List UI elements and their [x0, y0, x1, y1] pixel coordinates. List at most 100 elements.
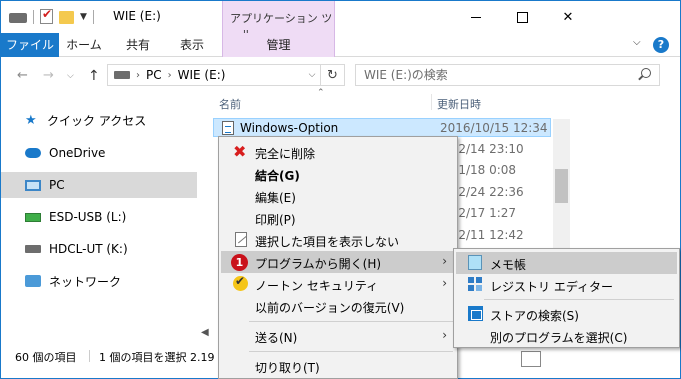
chevron-down-icon[interactable]: ⌵ [633, 37, 641, 48]
store-icon [468, 306, 483, 321]
menu-item-restore-versions[interactable]: 以前のバージョンの復元(V) [221, 295, 455, 317]
menu-item-label: 切り取り(T) [255, 361, 320, 375]
customize-toolbar-icon[interactable]: ▼ [80, 12, 87, 22]
toolbar-separator [92, 9, 94, 24]
hide-icon [235, 232, 247, 247]
drive-icon [114, 71, 130, 79]
menu-item-merge[interactable]: 結合(G) [221, 163, 455, 185]
sidebar-item-quick-access[interactable]: ★ クイック アクセス [1, 107, 197, 133]
breadcrumb-pc[interactable]: PC [146, 68, 162, 82]
maximize-button[interactable] [499, 1, 545, 33]
large-icons-view-icon[interactable] [521, 351, 541, 367]
item-count: 60 個の項目 [15, 351, 77, 364]
chevron-right-icon: › [442, 276, 447, 290]
drive-icon[interactable] [9, 13, 27, 23]
menu-item-print[interactable]: 印刷(P) [221, 207, 455, 229]
computer-icon [25, 179, 41, 191]
column-header-date[interactable]: 更新日時 [437, 96, 481, 112]
toolbar-separator [33, 9, 34, 24]
address-dropdown-icon[interactable]: ⌵ [302, 64, 322, 86]
address-bar[interactable]: › PC › WIE (E:) [107, 64, 321, 86]
menu-item-label: 結合(G) [255, 169, 300, 183]
forward-arrow-icon[interactable]: → [43, 68, 54, 83]
breadcrumb-drive[interactable]: WIE (E:) [178, 68, 226, 82]
menu-item-label: プログラムから開く(H) [255, 257, 382, 271]
norton-icon [233, 274, 248, 291]
title-bar: ▼ WIE (E:) アプリケーション ツール ✕ [1, 1, 680, 41]
sidebar-item-pc[interactable]: PC [1, 172, 197, 198]
drive-icon [25, 245, 41, 253]
menu-item-label: 完全に削除 [255, 147, 316, 161]
sidebar-item-network[interactable]: ネットワーク [1, 268, 197, 294]
chevron-right-icon[interactable]: › [168, 70, 172, 81]
selection-info: 1 個の項目を選択 2.19 [99, 351, 215, 364]
search-input[interactable]: WIE (E:)の検索 [355, 64, 660, 86]
scroll-left-icon[interactable]: ◀ [201, 327, 209, 338]
new-folder-icon[interactable] [59, 11, 74, 24]
submenu-item-choose-program[interactable]: 別のプログラムを選択(C) [456, 325, 677, 347]
close-button[interactable]: ✕ [545, 1, 591, 33]
back-arrow-icon[interactable]: ← [17, 68, 28, 83]
recent-locations-icon[interactable]: ⌵ [67, 71, 74, 81]
menu-item-label: 印刷(P) [255, 213, 296, 227]
properties-icon[interactable] [40, 7, 53, 24]
tab-file[interactable]: ファイル [1, 33, 59, 57]
submenu-item-label: ストアの検索(S) [490, 309, 579, 323]
menu-item-norton[interactable]: ノートン セキュリティ › [221, 273, 455, 295]
menu-item-cut[interactable]: 切り取り(T) [221, 355, 455, 377]
menu-item-label: 編集(E) [255, 191, 296, 205]
tab-manage[interactable]: 管理 [222, 33, 335, 57]
sidebar-item-esd-usb[interactable]: ESD-USB (L:) [1, 204, 197, 230]
column-header-name[interactable]: 名前 [219, 96, 241, 112]
menu-item-edit[interactable]: 編集(E) [221, 185, 455, 207]
up-arrow-icon[interactable]: ↑ [88, 68, 100, 84]
delete-icon: ✖ [233, 142, 247, 161]
sidebar-item-label: PC [49, 178, 65, 192]
context-menu: ✖ 完全に削除 結合(G) 編集(E) 印刷(P) 選択した項目を表示しない 1… [218, 136, 458, 379]
menu-separator [249, 321, 453, 322]
submenu-item-registry-editor[interactable]: レジストリ エディター [456, 274, 677, 296]
help-icon[interactable]: ? [653, 37, 669, 53]
sort-ascending-icon: ⌃ [317, 88, 325, 98]
file-date: 2016/10/15 12:34 [440, 121, 548, 135]
sidebar-item-label: クイック アクセス [47, 113, 147, 128]
network-icon [25, 275, 41, 287]
menu-item-send-to[interactable]: 送る(N) › [221, 325, 455, 347]
menu-item-label: ノートン セキュリティ [255, 279, 379, 293]
submenu-item-store-search[interactable]: ストアの検索(S) [456, 303, 677, 325]
submenu-item-label: 別のプログラムを選択(C) [490, 331, 628, 345]
menu-item-label: 選択した項目を表示しない [255, 235, 400, 249]
star-icon: ★ [25, 112, 37, 128]
menu-separator [249, 351, 453, 352]
menu-item-label: 送る(N) [255, 331, 298, 345]
menu-separator [484, 299, 674, 300]
sidebar-item-label: OneDrive [49, 146, 106, 160]
step-badge: 1 [231, 254, 248, 271]
submenu-item-notepad[interactable]: メモ帳 [456, 252, 677, 274]
quick-access-toolbar: ▼ [9, 7, 94, 24]
minimize-button[interactable] [453, 1, 499, 33]
chevron-right-icon: › [442, 254, 447, 268]
tab-share[interactable]: 共有 [113, 33, 163, 57]
submenu-item-label: レジストリ エディター [490, 280, 613, 294]
table-row[interactable]: Windows-Option 2016/10/15 12:34 [213, 118, 551, 137]
scrollbar-thumb[interactable] [555, 169, 568, 203]
tab-view[interactable]: 表示 [167, 33, 217, 57]
navigation-bar: ← → ⌵ ↑ › PC › WIE (E:) ⌵ ↻ WIE (E:)の検索 [1, 57, 680, 93]
chevron-right-icon[interactable]: › [136, 70, 140, 81]
search-icon[interactable] [637, 67, 651, 81]
column-divider[interactable] [431, 94, 432, 110]
usb-drive-icon [25, 212, 41, 222]
status-separator [89, 350, 90, 362]
refresh-icon[interactable]: ↻ [321, 64, 345, 86]
menu-item-delete-permanently[interactable]: ✖ 完全に削除 [221, 141, 455, 163]
tab-home[interactable]: ホーム [59, 33, 109, 57]
sidebar-item-onedrive[interactable]: OneDrive [1, 140, 197, 166]
document-icon [222, 121, 234, 135]
menu-item-open-with[interactable]: 1 プログラムから開く(H) › [221, 251, 455, 273]
menu-item-hide-selected[interactable]: 選択した項目を表示しない [221, 229, 455, 251]
sidebar-item-hdcl-ut[interactable]: HDCL-UT (K:) [1, 236, 197, 262]
registry-editor-icon [468, 277, 483, 292]
navigation-pane: ★ クイック アクセス OneDrive PC ESD-USB (L:) HDC… [1, 96, 201, 336]
menu-item-label: 以前のバージョンの復元(V) [255, 301, 405, 315]
